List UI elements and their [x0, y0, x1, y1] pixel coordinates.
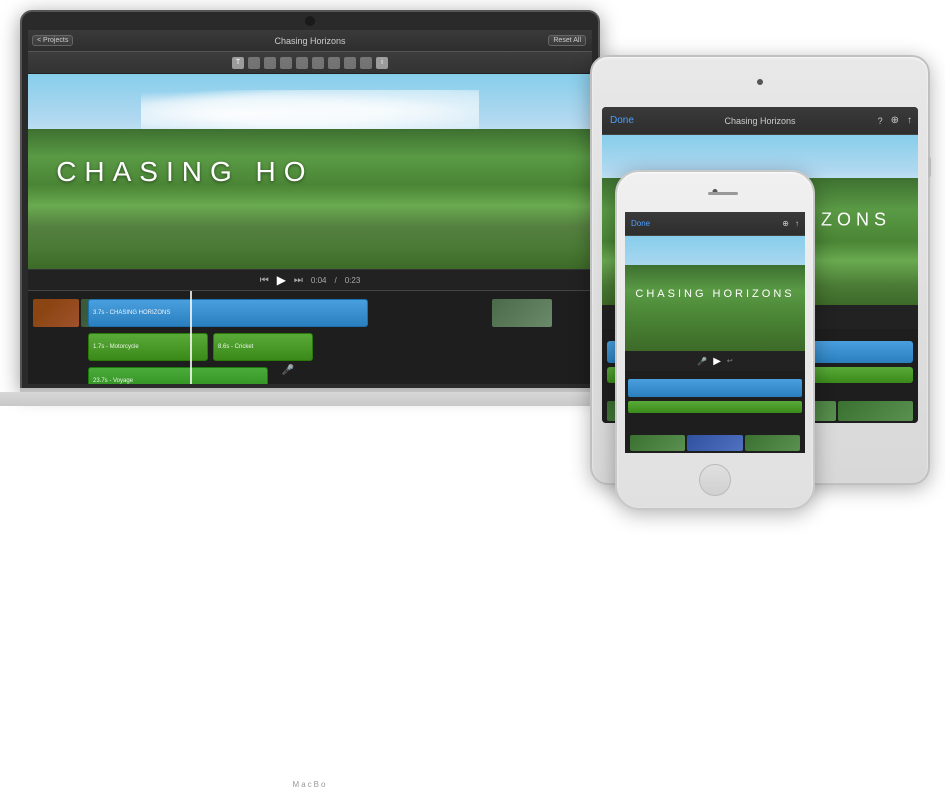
track-green1-label: 1.7s - Motorcycle: [93, 344, 139, 350]
imovie-preview: CHASING HO: [28, 74, 592, 269]
imovie-toolbar: < Projects Chasing Horizons Reset All: [28, 30, 592, 52]
mic-tool-icon[interactable]: [312, 57, 324, 69]
voiceover-tool-icon[interactable]: [328, 57, 340, 69]
play-icon[interactable]: ▶: [277, 273, 286, 287]
iphone-play-icon[interactable]: ▶: [713, 356, 721, 367]
iphone-thumb-3: [745, 435, 800, 451]
iphone-add-icon[interactable]: ⊕: [782, 219, 789, 228]
track-green2-label: 8.6s - Cricket: [218, 344, 253, 350]
iphone: Done ⊕ ↑ CHASING HORIZONS 🎤: [615, 170, 815, 510]
camera-tool-icon[interactable]: [248, 57, 260, 69]
info-tool-icon[interactable]: i: [376, 57, 388, 69]
ipad-title: Chasing Horizons: [724, 116, 795, 126]
timeline-thumb-1: [33, 299, 79, 327]
macbook-screen-frame: < Projects Chasing Horizons Reset All T: [20, 10, 600, 390]
reset-all-button[interactable]: Reset All: [548, 35, 586, 46]
projects-button[interactable]: < Projects: [32, 35, 73, 46]
macbook-base: MacBo: [0, 392, 630, 406]
preview-title-overlay: CHASING HO: [56, 156, 313, 188]
undo-tool-icon[interactable]: [344, 57, 356, 69]
ipad-toolbar: Done Chasing Horizons ? ⊕ ↑: [602, 107, 918, 135]
iphone-undo-icon[interactable]: ↩: [727, 357, 733, 365]
iphone-share-icon[interactable]: ↑: [795, 219, 799, 228]
track-green3-label: 23.7s - Voyage: [93, 378, 133, 384]
imovie-title: Chasing Horizons: [274, 36, 345, 46]
current-time: 0:04: [311, 276, 327, 285]
ipad-thumb-4: [838, 401, 913, 421]
iphone-done-button[interactable]: Done: [631, 219, 650, 228]
timeline-track-green2[interactable]: 8.6s - Cricket: [213, 333, 313, 361]
iphone-thumb-row: [630, 435, 800, 451]
ipad-camera: [757, 79, 763, 85]
iphone-preview: CHASING HORIZONS: [625, 236, 805, 351]
timeline-track-blue[interactable]: 3.7s - CHASING HORIZONS: [88, 299, 368, 327]
redo-tool-icon[interactable]: [360, 57, 372, 69]
sound-tool-icon[interactable]: [296, 57, 308, 69]
iphone-thumb-2: [687, 435, 742, 451]
timeline-track-green3[interactable]: 23.7s - Voyage: [88, 367, 268, 384]
iphone-screen: Done ⊕ ↑ CHASING HORIZONS 🎤: [625, 212, 805, 453]
iphone-track-blue[interactable]: [628, 379, 802, 397]
total-time: 0:23: [345, 276, 361, 285]
iphone-home-button[interactable]: [699, 464, 731, 496]
iphone-thumb-1: [630, 435, 685, 451]
iphone-toolbar: Done ⊕ ↑: [625, 212, 805, 236]
preview-mountains: [28, 129, 592, 269]
ipad-add-icon[interactable]: ⊕: [891, 115, 899, 126]
imovie-edit-bar: T i: [28, 52, 592, 74]
timeline-playhead: [190, 291, 192, 384]
ipad-share-icon[interactable]: ↑: [907, 115, 912, 126]
macbook-screen: < Projects Chasing Horizons Reset All T: [28, 30, 592, 384]
macbook: < Projects Chasing Horizons Reset All T: [20, 10, 600, 440]
iphone-toolbar-right: ⊕ ↑: [782, 219, 799, 228]
macbook-logo: MacBo: [293, 780, 328, 789]
imovie-timeline: 3.7s - CHASING HORIZONS 1.7s - Motorcycl…: [28, 291, 592, 384]
time-separator: /: [335, 276, 337, 285]
skip-forward-icon[interactable]: ⏭: [294, 275, 303, 286]
ipad-side-button[interactable]: [928, 157, 931, 177]
ipad-done-button[interactable]: Done: [610, 115, 634, 126]
timeline-thumb-right: [492, 299, 552, 327]
text-tool-icon[interactable]: T: [232, 57, 244, 69]
iphone-controls: 🎤 ▶ ↩: [625, 351, 805, 371]
iphone-mountains: [625, 265, 805, 351]
iphone-speaker: [708, 192, 738, 195]
ipad-question-icon[interactable]: ?: [878, 116, 883, 126]
ipad-toolbar-right: ? ⊕ ↑: [878, 115, 912, 126]
iphone-track-green[interactable]: [628, 401, 802, 413]
imovie-controls: ⏮ ▶ ⏭ 0:04 / 0:23: [28, 269, 592, 291]
iphone-mic-icon[interactable]: 🎤: [697, 357, 707, 366]
skip-back-icon[interactable]: ⏮: [260, 275, 269, 286]
iphone-frame: Done ⊕ ↑ CHASING HORIZONS 🎤: [615, 170, 815, 510]
timeline-mic-icon: 🎤: [282, 365, 294, 376]
macbook-camera: [305, 16, 315, 26]
music-tool-icon[interactable]: [280, 57, 292, 69]
photo-tool-icon[interactable]: [264, 57, 276, 69]
iphone-timeline: [625, 371, 805, 453]
track-blue-label: 3.7s - CHASING HORIZONS: [93, 310, 170, 316]
scene: < Projects Chasing Horizons Reset All T: [0, 0, 945, 530]
iphone-title-overlay: CHASING HORIZONS: [635, 288, 794, 300]
